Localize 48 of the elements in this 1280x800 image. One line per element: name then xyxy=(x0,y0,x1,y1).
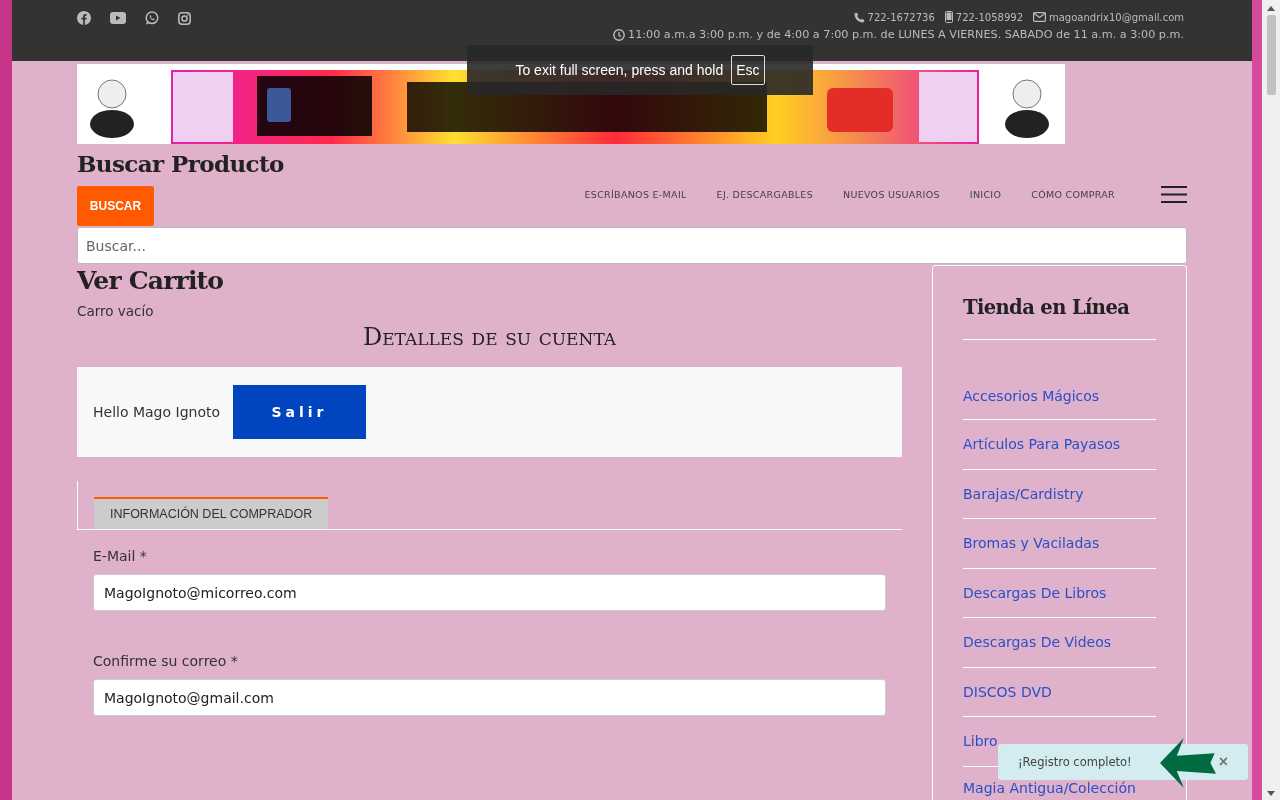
contact-text[interactable]: 722-1672736 xyxy=(867,11,935,23)
category-link[interactable]: Artículos Para Payasos xyxy=(963,420,1156,470)
hours-text: 11:00 a.m.a 3:00 p.m. y de 4:00 a 7:00 p.m. de LUNES A VIERNES. SABADO de 11 a.m. a 3:00 p.m. xyxy=(628,28,1184,41)
mobile-icon xyxy=(944,11,953,23)
toast-text: ¡Registro completo! xyxy=(1018,755,1132,769)
arrow-icon xyxy=(1160,738,1216,788)
category-link[interactable]: DISCOS DVD xyxy=(963,667,1156,717)
sidebar-title: Tienda en Línea xyxy=(963,266,1156,340)
input-field[interactable]: MagoIgnoto@gmail.com xyxy=(93,679,886,716)
category-link[interactable]: Bromas y Vaciladas xyxy=(963,519,1156,569)
category-link[interactable]: Descargas De Libros xyxy=(963,568,1156,618)
greeting-text: Hello Mago Ignoto xyxy=(93,404,220,420)
logout-button[interactable]: Salir xyxy=(233,385,366,439)
menu-icon[interactable] xyxy=(1161,186,1187,203)
nav-link[interactable]: CÓMO COMPRAR xyxy=(1031,189,1115,200)
nav-link[interactable]: INICIO xyxy=(969,189,1002,200)
field-label: E-Mail * xyxy=(93,548,148,564)
category-link[interactable]: Descargas De Videos xyxy=(963,618,1156,668)
notice-text: To exit full screen, press and hold xyxy=(515,62,724,78)
search-field[interactable]: Buscar... xyxy=(77,227,1187,264)
contact-text[interactable]: 722-1058992 xyxy=(955,11,1023,23)
category-link[interactable]: Accesorios Mágicos xyxy=(963,388,1156,420)
scroll-down-icon[interactable] xyxy=(1267,791,1275,796)
scroll-thumb[interactable] xyxy=(1266,15,1276,95)
scrollbar[interactable] xyxy=(1262,0,1280,800)
scroll-up-icon[interactable] xyxy=(1267,6,1275,11)
cart-status: Carro vacío xyxy=(77,303,155,319)
category-link[interactable]: Barajas/Cardistry xyxy=(963,469,1156,519)
whatsapp-icon[interactable] xyxy=(145,11,159,25)
account-title: Detalles de su cuenta xyxy=(361,323,618,351)
cart-title: Ver Carrito xyxy=(77,266,225,295)
search-button[interactable]: BUSCAR xyxy=(77,186,154,226)
nav-link[interactable]: ESCRÍBANOS E-MAIL xyxy=(584,189,687,200)
search-title: Buscar Producto xyxy=(77,150,284,177)
field-label: Confirme su correo * xyxy=(93,653,239,669)
mail-icon xyxy=(1033,12,1046,22)
phone-icon xyxy=(853,11,865,23)
tab[interactable]: INFORMACIÓN DEL COMPRADOR xyxy=(94,497,329,529)
close-button[interactable]: × xyxy=(1218,753,1228,771)
input-field[interactable]: MagoIgnoto@micorreo.com xyxy=(93,574,886,611)
key-label: Esc xyxy=(731,55,765,85)
nav-link[interactable]: NUEVOS USUARIOS xyxy=(843,189,940,200)
facebook-icon[interactable] xyxy=(77,11,91,25)
instagram-icon[interactable] xyxy=(178,11,191,25)
contact-text[interactable]: magoandrix10@gmail.com xyxy=(1049,11,1184,23)
youtube-icon[interactable] xyxy=(110,12,126,24)
nav-link[interactable]: EJ. DESCARGABLES xyxy=(716,189,813,200)
clock-icon xyxy=(613,28,626,41)
